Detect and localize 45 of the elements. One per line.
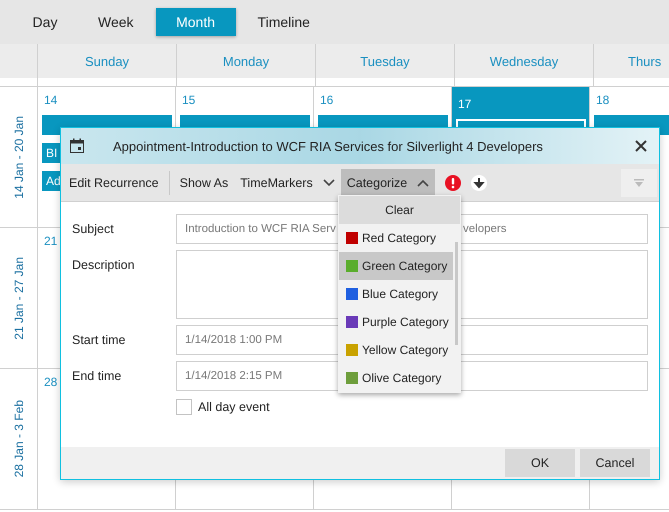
category-item[interactable]: Olive Category xyxy=(339,364,454,392)
field-label: Description xyxy=(72,257,136,272)
week-label: 28 Jan - 3 Feb xyxy=(12,400,26,478)
field-label: Subject xyxy=(72,221,115,236)
week-label: 21 Jan - 27 Jan xyxy=(12,256,26,340)
all-day-checkbox[interactable]: All day event xyxy=(176,399,270,415)
chevron-icon xyxy=(417,178,430,186)
date-number: 21 xyxy=(43,234,58,248)
scrollbar[interactable] xyxy=(455,242,458,345)
category-item[interactable]: Yellow Category xyxy=(339,336,454,364)
toolbar-button[interactable]: Show As xyxy=(174,168,234,196)
toolbar-button[interactable]: Edit Recurrence xyxy=(63,168,165,196)
date-number: 17 xyxy=(457,97,472,111)
dialog-title: Appointment-Introduction to WCF RIA Services for Silverlight 4 Developers xyxy=(113,138,544,154)
field-label: Start time xyxy=(72,332,126,347)
date-number: 14 xyxy=(43,93,58,107)
clear-button[interactable]: Clear xyxy=(339,196,460,224)
week-label: 14 Jan - 20 Jan xyxy=(12,116,26,198)
date-number: 28 xyxy=(43,375,58,389)
toolbar-dropdown[interactable]: TimeMarkers xyxy=(234,168,341,196)
view-tab[interactable]: Week xyxy=(80,8,152,36)
category-item[interactable]: Purple Category xyxy=(339,308,454,336)
toolbar-dropdown[interactable]: Categorize xyxy=(340,168,436,196)
dialog-button[interactable]: OK xyxy=(505,449,575,477)
day-header: Wednesday xyxy=(490,54,558,68)
date-number: 18 xyxy=(595,93,610,107)
filter-icon xyxy=(634,178,644,186)
dialog-button[interactable]: Cancel xyxy=(580,449,650,477)
date-number: 16 xyxy=(319,93,334,107)
day-header: Thurs xyxy=(628,54,662,68)
category-item[interactable]: Red Category xyxy=(339,224,454,252)
view-tab[interactable]: Timeline xyxy=(240,8,328,36)
exclamation-icon[interactable] xyxy=(445,174,462,190)
category-item[interactable]: Green Category xyxy=(339,252,453,280)
day-header: Sunday xyxy=(84,54,130,68)
chevron-icon xyxy=(322,178,335,186)
calendar-icon xyxy=(69,138,85,154)
day-header: Tuesday xyxy=(360,54,410,68)
category-item[interactable]: Blue Category xyxy=(339,280,454,308)
field-label: End time xyxy=(72,368,122,383)
date-number: 15 xyxy=(181,93,196,107)
view-tab[interactable]: Day xyxy=(14,8,76,36)
day-header: Monday xyxy=(222,54,270,68)
filter-button[interactable] xyxy=(621,168,657,196)
close-icon[interactable] xyxy=(635,140,647,152)
